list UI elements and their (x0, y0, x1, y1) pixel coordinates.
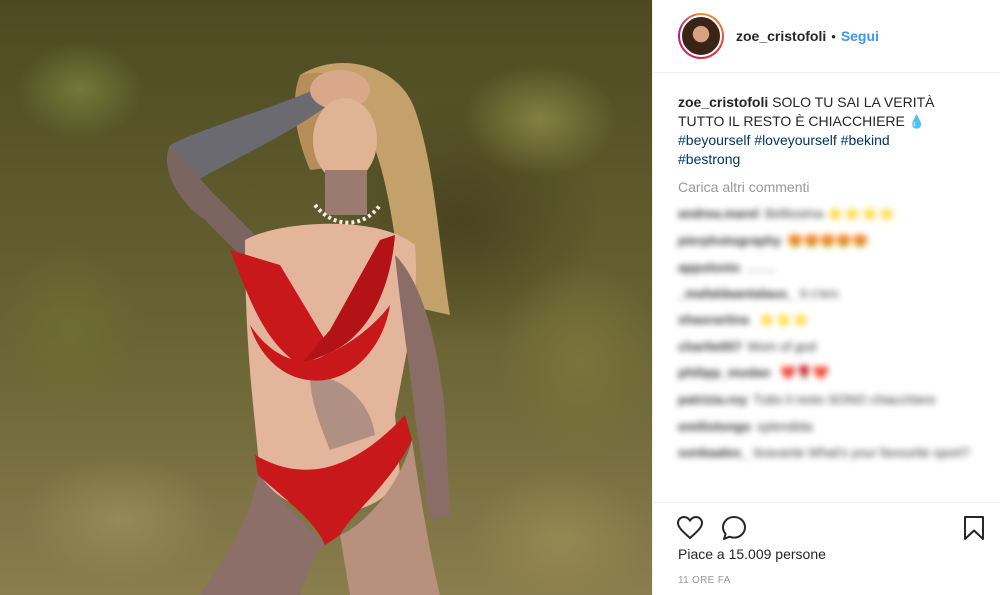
comment-item: _mafaldaantalaus_ ti c'ero (678, 281, 975, 308)
comment-text: Mom of god (747, 339, 817, 355)
comment-item: patrizia.roy Tutto il resto SONO chiacchi… (678, 387, 975, 414)
comment-text: splendida (756, 418, 813, 434)
load-more-comments-button[interactable]: Carica altri commenti (653, 169, 1000, 201)
hashtag-link[interactable]: #beyourself (678, 132, 750, 148)
comment-item: charlie007 Mom of god (678, 334, 975, 361)
follow-button[interactable]: Segui (841, 28, 879, 44)
avatar[interactable] (678, 13, 724, 59)
photo-subject (166, 62, 450, 595)
comment-username[interactable]: philipp_modan (678, 365, 770, 380)
comment-username[interactable]: emiliolongo (678, 419, 751, 434)
post-side-panel: zoe_cristofoli • Segui zoe_cristofoli SO… (652, 0, 1000, 595)
caption: zoe_cristofoli SOLO TU SAI LA VERITÀ TUT… (653, 73, 1000, 169)
comment-emoji: ❤️🌹❤️ (780, 365, 829, 381)
likes-count[interactable]: Piace a 15.009 persone (678, 546, 826, 562)
bookmark-icon[interactable] (963, 515, 985, 541)
comment-text: bravante What's your favourite sport? (754, 445, 970, 461)
comment-username[interactable]: patrizia.roy (678, 392, 747, 407)
comment-item: sonkaalex_ bravante What's your favourite… (678, 440, 975, 467)
post-header: zoe_cristofoli • Segui (653, 0, 1000, 73)
post-photo[interactable] (0, 0, 652, 595)
comment-username[interactable]: _mafaldaantalaus_ (678, 286, 794, 301)
comments-list: andrea.marel Bellissima ⭐⭐⭐⭐ pierphotogra… (653, 201, 1000, 497)
comment-username[interactable]: sonkaalex_ (678, 445, 748, 460)
hashtag-link[interactable]: #bekind (841, 132, 890, 148)
post-actions-bar (653, 502, 1000, 552)
post-timestamp: 11 ORE FA (678, 575, 731, 586)
hashtag-link[interactable]: #bestrong (678, 151, 740, 167)
comment-item: appolonio........ (678, 254, 975, 281)
comment-emoji: ⭐⭐⭐ (758, 312, 810, 328)
droplet-icon: 💧 (908, 114, 925, 129)
header-username[interactable]: zoe_cristofoli (736, 28, 826, 44)
comment-text: Bellissima (764, 206, 824, 222)
comment-text: 😍😍😍😍😍 (787, 232, 869, 248)
caption-username[interactable]: zoe_cristofoli (678, 94, 768, 110)
comment-item: philipp_modan ❤️🌹❤️ (678, 360, 975, 387)
comment-username[interactable]: andrea.marel (678, 206, 759, 221)
comment-emoji: ⭐⭐⭐⭐ (827, 206, 896, 222)
comment-username[interactable]: appolonio (678, 260, 740, 275)
hashtag-link[interactable]: #loveyourself (754, 132, 837, 148)
comment-text: ti c'ero (800, 286, 839, 302)
heart-outline-icon[interactable] (677, 515, 703, 540)
comment-username[interactable]: charlie007 (678, 339, 742, 354)
comment-username[interactable]: pierphotography (678, 233, 781, 248)
comment-bubble-icon[interactable] (721, 515, 747, 541)
comment-item: andrea.marel Bellissima ⭐⭐⭐⭐ (678, 201, 975, 228)
comment-text: ........ (746, 259, 776, 275)
comment-item: emiliolongo splendida (678, 413, 975, 440)
comment-username[interactable]: shaorartina (678, 312, 749, 327)
header-separator: • (831, 28, 836, 44)
comment-item: pierphotography 😍😍😍😍😍 (678, 228, 975, 255)
comment-item: shaorartina ⭐⭐⭐ (678, 307, 975, 334)
comment-text: Tutto il resto SONO chiacchiere (753, 392, 936, 408)
